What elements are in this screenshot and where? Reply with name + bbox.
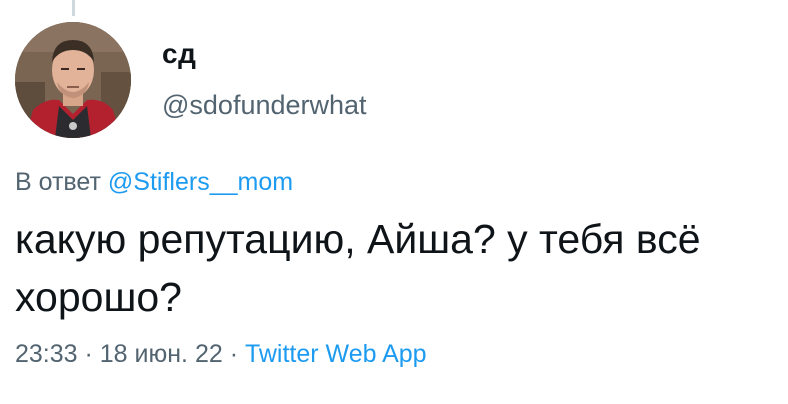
tweet-time[interactable]: 23:33 [15, 340, 78, 368]
author-display-name[interactable]: сд [162, 38, 196, 70]
reply-prefix: В ответ [15, 168, 101, 196]
tweet-metadata: 23:33 · 18 июн. 22 · Twitter Web App [15, 340, 427, 369]
tweet-source-link[interactable]: Twitter Web App [245, 340, 427, 368]
avatar[interactable] [15, 22, 131, 138]
tweet-date[interactable]: 18 июн. 22 [100, 340, 223, 368]
reply-mention-link[interactable]: @Stiflers__mom [108, 168, 293, 196]
tweet-text: какую репутацию, Айша? у тебя всё хорошо… [15, 216, 701, 320]
meta-separator: · [222, 340, 245, 368]
reply-context: В ответ @Stiflers__mom [15, 168, 293, 197]
meta-separator: · [77, 340, 100, 368]
author-handle[interactable]: @sdofunderwhat [162, 90, 367, 121]
thread-connector-line [72, 0, 75, 16]
avatar-photo [15, 22, 131, 138]
